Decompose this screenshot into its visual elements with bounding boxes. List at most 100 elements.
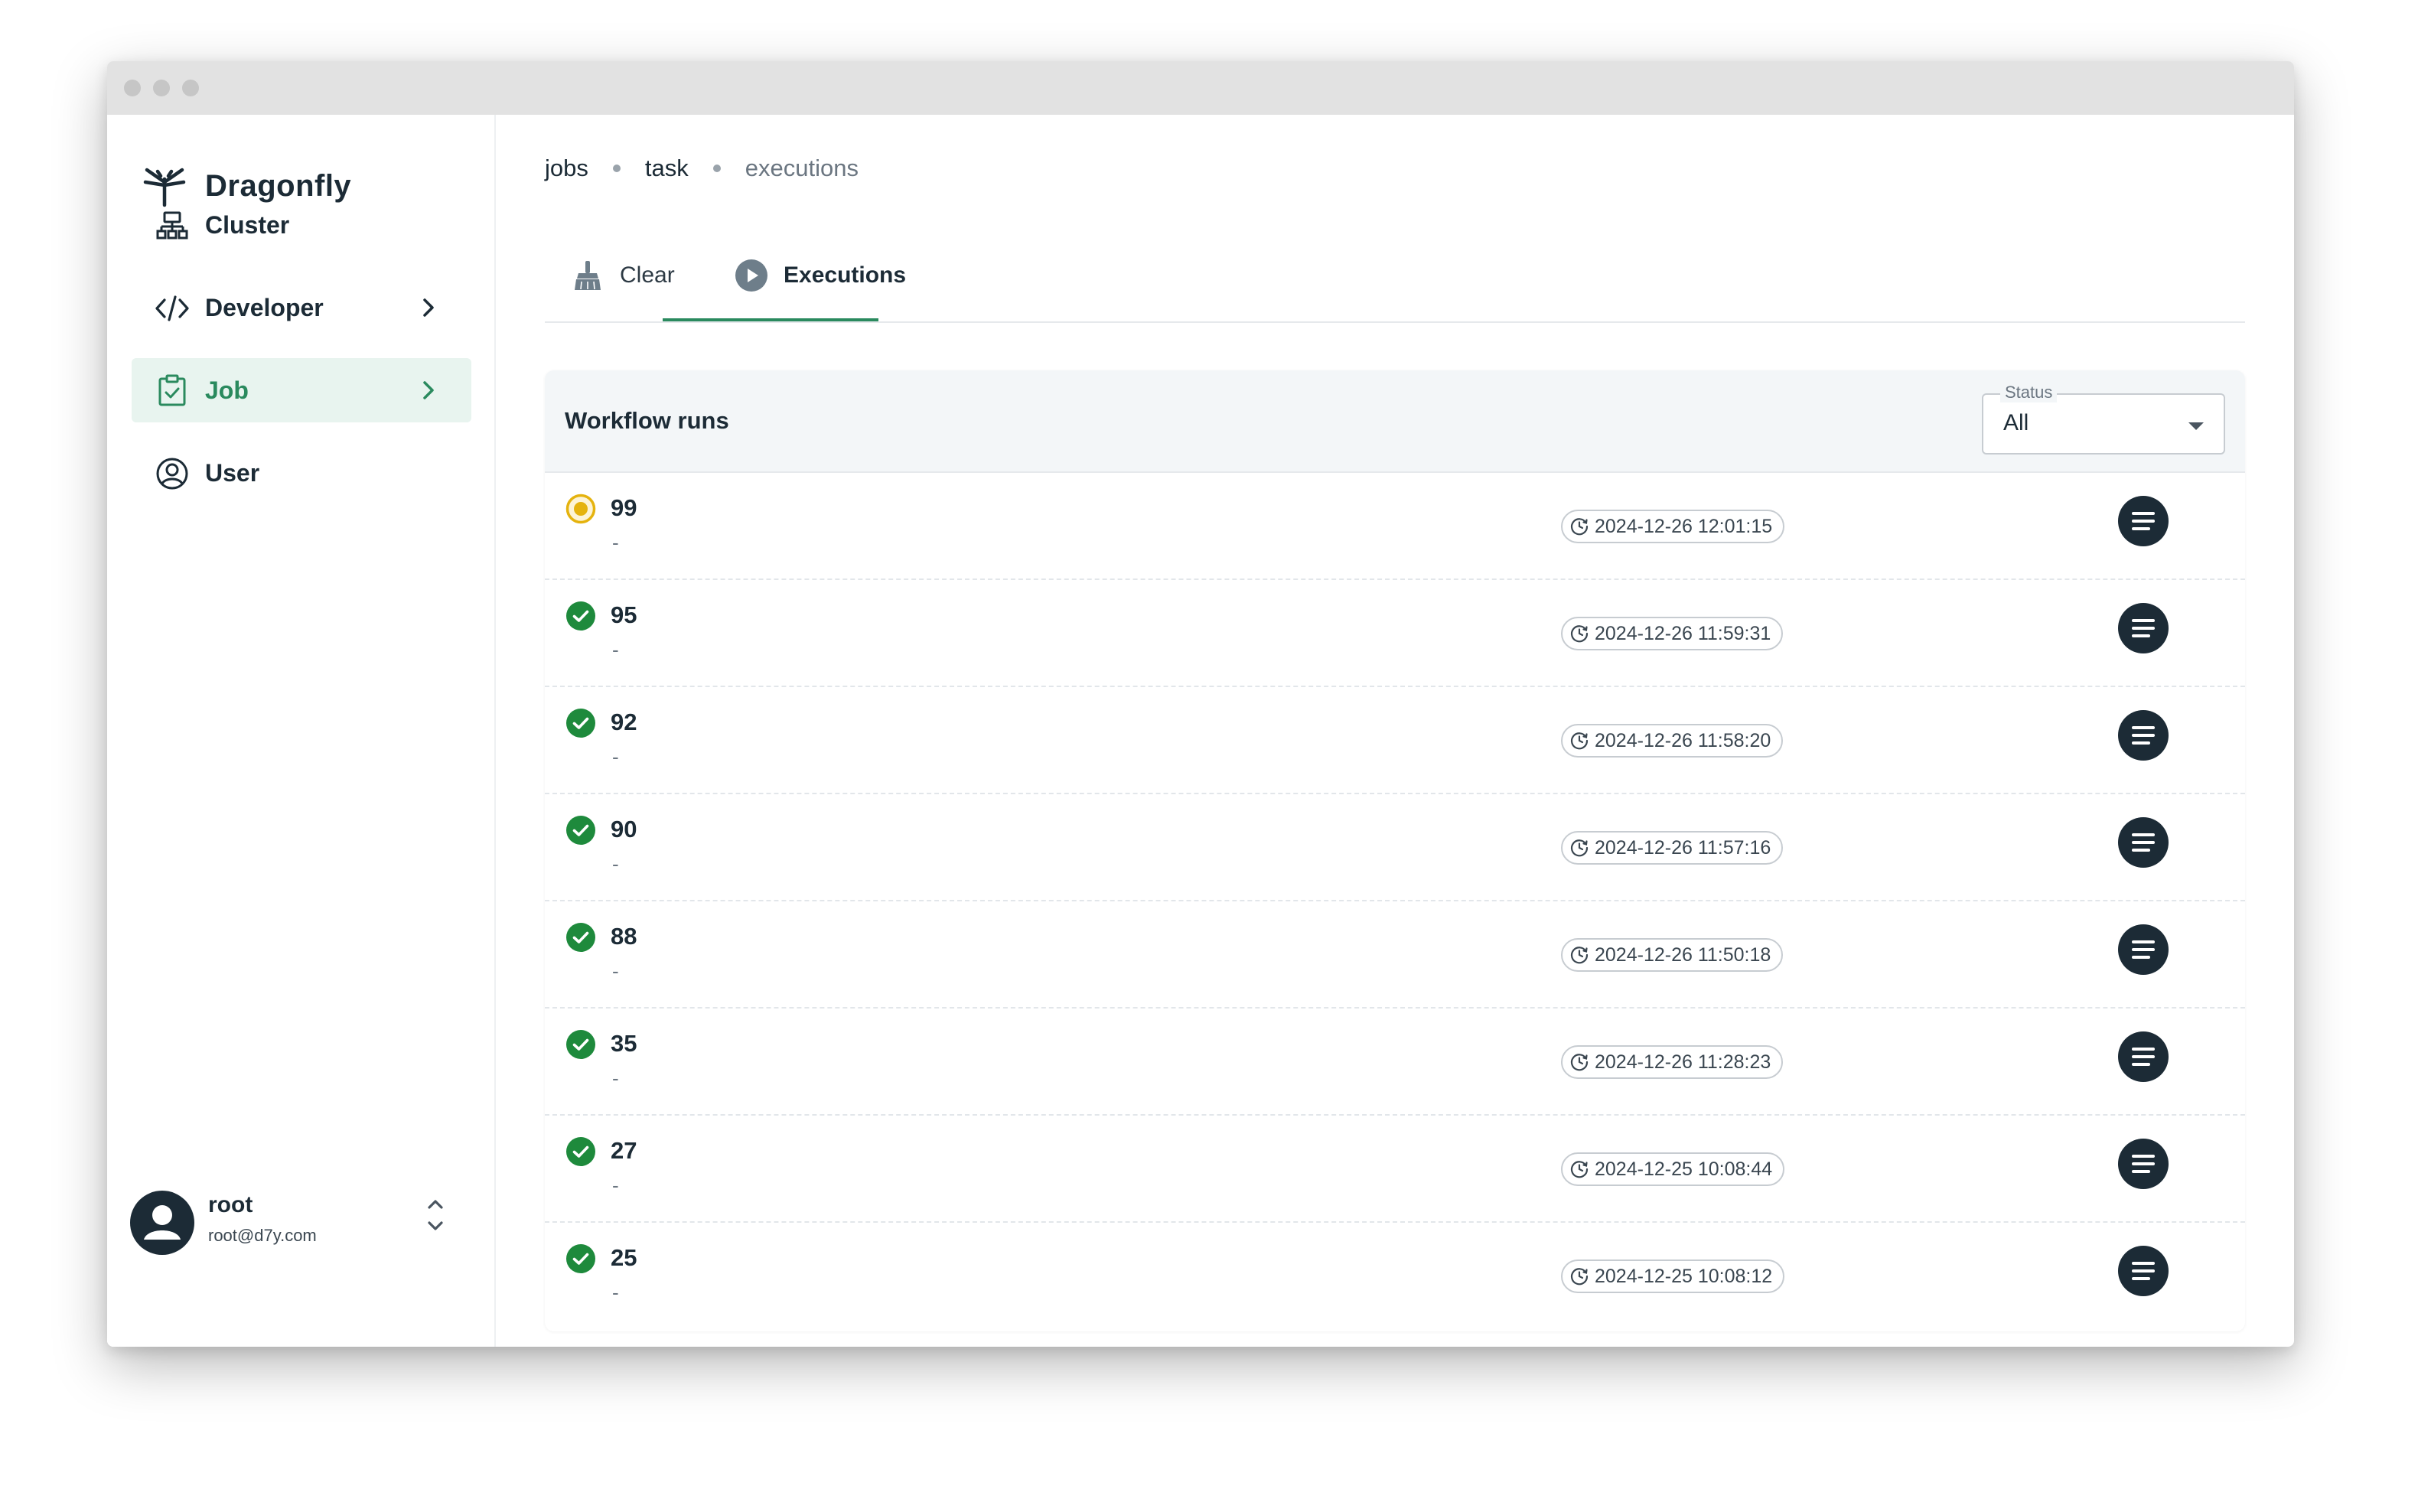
window-maximize-dot[interactable] [182, 80, 199, 96]
clipboard-check-icon [158, 374, 186, 406]
table-row: 90 - 2024-12-26 11:57:16 [545, 794, 2245, 901]
pending-status-icon-graphic [565, 494, 596, 524]
history-clock-icon-graphic [1570, 518, 1589, 536]
sidebar: Dragonfly Cluster Developer Job User roo… [107, 115, 496, 1347]
success-status-icon [565, 921, 597, 953]
main-content: jobs task executions Clear Executions Wo… [497, 115, 2294, 1347]
run-details-button[interactable] [2118, 1139, 2169, 1189]
success-status-icon [565, 600, 597, 632]
run-description: - [612, 745, 619, 768]
run-timestamp-chip: 2024-12-26 11:28:23 [1561, 1045, 1784, 1079]
window-titlebar [107, 61, 2294, 115]
list-menu-icon [2132, 619, 2155, 637]
run-timestamp: 2024-12-25 10:08:12 [1595, 1265, 1773, 1287]
table-row: 88 - 2024-12-26 11:50:18 [545, 901, 2245, 1009]
caret-down-icon [2188, 422, 2204, 430]
table-row: 95 - 2024-12-26 11:59:31 [545, 580, 2245, 687]
window-minimize-dot[interactable] [153, 80, 170, 96]
run-timestamp: 2024-12-26 12:01:15 [1595, 515, 1773, 537]
run-id[interactable]: 35 [611, 1030, 637, 1057]
workflow-runs-card: Workflow runs Status All 99 - 2024-12-26… [545, 370, 2245, 1331]
run-timestamp: 2024-12-26 11:28:23 [1595, 1051, 1771, 1073]
unfold-icon[interactable] [422, 1194, 448, 1237]
history-clock-icon-graphic [1570, 947, 1589, 964]
tab-clear[interactable]: Clear [571, 230, 675, 321]
run-timestamp-chip: 2024-12-25 10:08:44 [1561, 1152, 1785, 1186]
breadcrumb-jobs[interactable]: jobs [545, 155, 588, 182]
run-id[interactable]: 90 [611, 816, 637, 843]
run-details-button[interactable] [2118, 1246, 2169, 1296]
status-filter-value: All [2003, 410, 2029, 435]
run-details-button[interactable] [2118, 603, 2169, 653]
run-details-button[interactable] [2118, 924, 2169, 975]
success-status-icon [565, 814, 597, 846]
run-id[interactable]: 27 [611, 1137, 637, 1165]
success-status-icon-graphic [566, 601, 595, 631]
success-status-icon [565, 1243, 597, 1275]
cluster-icon [156, 211, 188, 240]
history-clock-icon [1569, 516, 1590, 537]
run-description: - [612, 852, 619, 875]
app-window: Dragonfly Cluster Developer Job User roo… [107, 61, 2294, 1347]
run-timestamp-chip: 2024-12-26 11:57:16 [1561, 831, 1784, 865]
sidebar-item-cluster[interactable]: Cluster [132, 193, 471, 257]
sidebar-item-job[interactable]: Job [132, 358, 471, 422]
run-description: - [612, 960, 619, 982]
tab-bar: Clear Executions [545, 230, 2245, 323]
run-timestamp: 2024-12-26 11:59:31 [1595, 622, 1771, 644]
status-filter-select[interactable]: Status All [1982, 383, 2225, 455]
success-status-icon [565, 1028, 597, 1061]
play-circle-icon [735, 259, 767, 292]
run-id[interactable]: 92 [611, 709, 637, 736]
history-clock-icon [1569, 837, 1590, 859]
history-clock-icon-graphic [1570, 1054, 1589, 1071]
sidebar-item-developer[interactable]: Developer [132, 275, 471, 340]
table-row: 92 - 2024-12-26 11:58:20 [545, 687, 2245, 794]
history-clock-icon-graphic [1570, 732, 1589, 750]
list-menu-icon [2132, 1048, 2155, 1066]
history-clock-icon [1569, 944, 1590, 966]
success-status-icon-graphic [566, 709, 595, 738]
tab-executions[interactable]: Executions [735, 230, 906, 321]
history-clock-icon [1569, 623, 1590, 644]
list-menu-icon [2132, 1262, 2155, 1280]
success-status-icon [565, 1136, 597, 1168]
breadcrumb-task[interactable]: task [645, 155, 689, 182]
history-clock-icon [1569, 1266, 1590, 1287]
run-description: - [612, 531, 619, 554]
tab-label: Clear [620, 262, 675, 288]
sidebar-item-user[interactable]: User [132, 441, 471, 505]
run-details-button[interactable] [2118, 817, 2169, 868]
user-email: root@d7y.com [208, 1226, 317, 1245]
breadcrumb: jobs task executions [545, 155, 859, 182]
run-details-button[interactable] [2118, 1031, 2169, 1082]
table-row: 99 - 2024-12-26 12:01:15 [545, 473, 2245, 580]
pending-status-icon [565, 493, 597, 525]
run-details-button[interactable] [2118, 496, 2169, 546]
run-id[interactable]: 99 [611, 494, 637, 522]
breadcrumb-separator [612, 165, 621, 172]
table-row: 27 - 2024-12-25 10:08:44 [545, 1116, 2245, 1223]
breadcrumb-separator [712, 165, 721, 172]
run-timestamp-chip: 2024-12-26 11:59:31 [1561, 617, 1784, 650]
list-menu-icon [2132, 512, 2155, 530]
status-filter-label: Status [2000, 383, 2058, 402]
run-timestamp-chip: 2024-12-26 12:01:15 [1561, 510, 1785, 543]
run-timestamp: 2024-12-26 11:50:18 [1595, 943, 1771, 966]
user-account-menu[interactable]: root root@d7y.com [130, 1186, 467, 1263]
broom-icon [575, 261, 601, 290]
window-close-dot[interactable] [124, 80, 141, 96]
run-description: - [612, 1281, 619, 1304]
sidebar-item-label: Cluster [205, 210, 290, 239]
history-clock-icon-graphic [1570, 1268, 1589, 1286]
run-details-button[interactable] [2118, 710, 2169, 761]
history-clock-icon-graphic [1570, 625, 1589, 643]
run-id[interactable]: 25 [611, 1244, 637, 1272]
run-id[interactable]: 95 [611, 601, 637, 629]
sidebar-item-label: Developer [205, 293, 324, 321]
list-menu-icon [2132, 833, 2155, 852]
active-tab-indicator [663, 318, 878, 321]
run-timestamp: 2024-12-26 11:57:16 [1595, 836, 1771, 859]
list-menu-icon [2132, 1155, 2155, 1173]
run-id[interactable]: 88 [611, 923, 637, 950]
